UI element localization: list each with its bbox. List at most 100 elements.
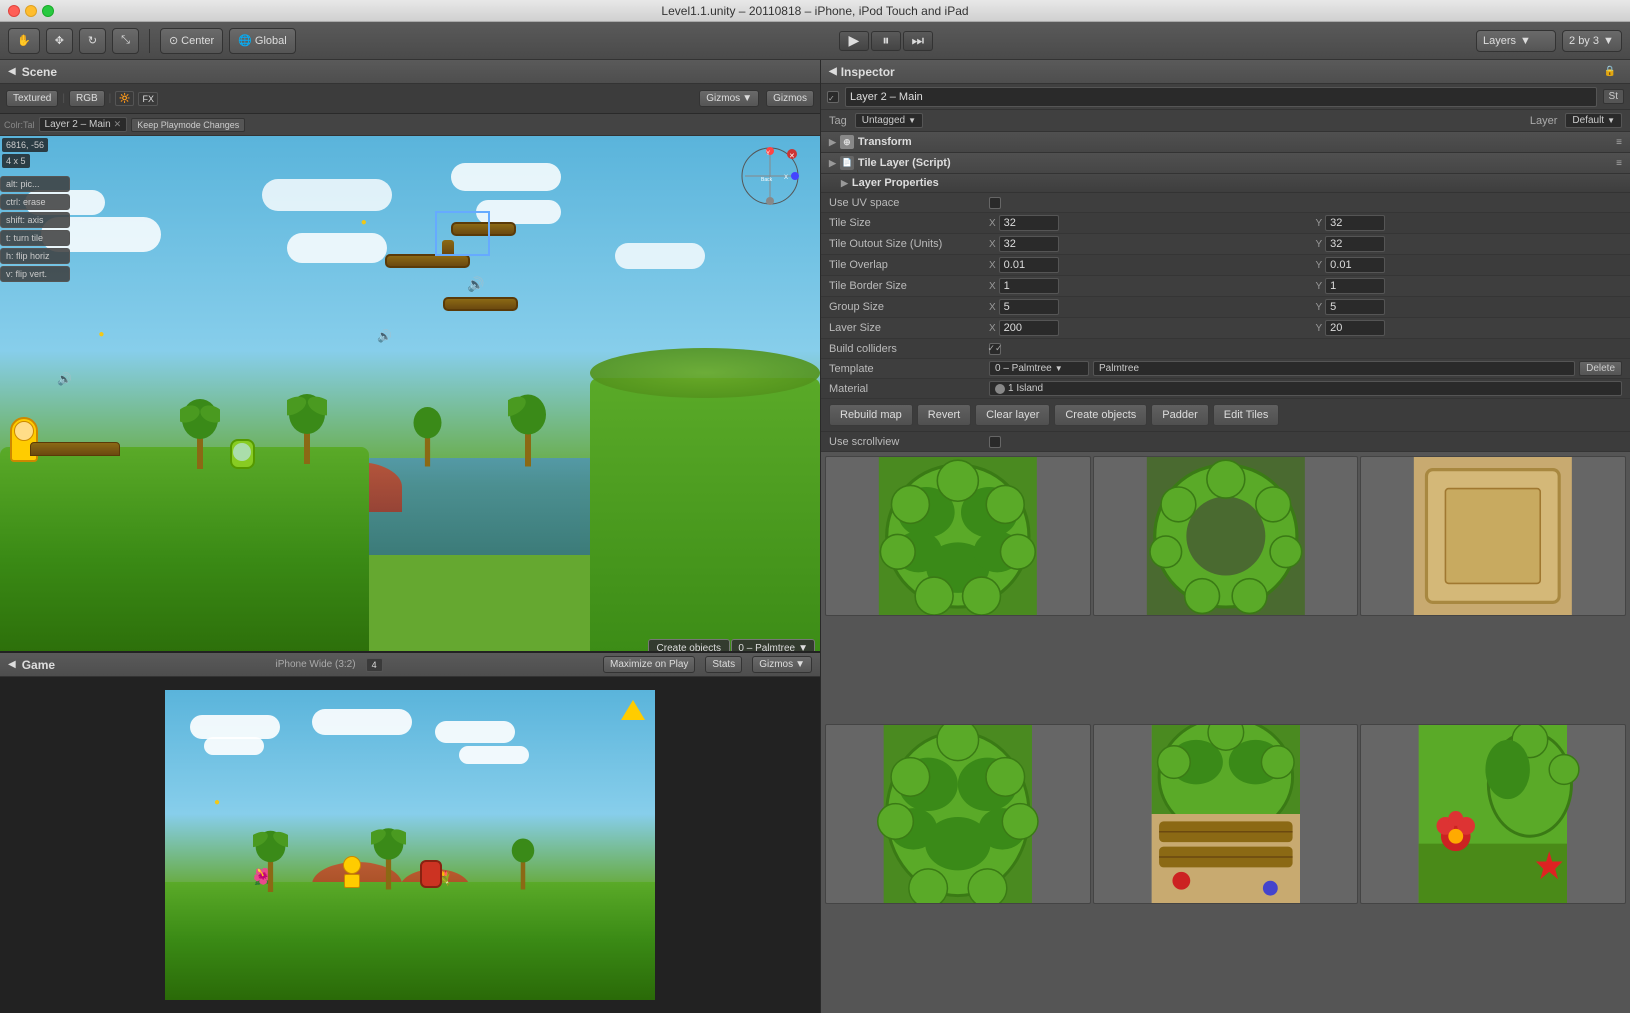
scene-icon-btn[interactable]: 🔆	[115, 91, 134, 106]
step-button[interactable]: ⏭	[903, 31, 933, 51]
create-objects-button[interactable]: Create objects	[1054, 404, 1147, 426]
layer-props-header[interactable]: ▶ Layer Properties	[821, 174, 1630, 193]
tile-output-y-input[interactable]	[1325, 236, 1385, 252]
scene-canvas[interactable]: Colr:Tal Layer 2 – Main ✕ Keep Playmode …	[0, 114, 820, 651]
layers-dropdown[interactable]: Layers ▼	[1476, 30, 1556, 52]
layer2-main-field[interactable]: Layer 2 – Main ✕	[39, 117, 128, 132]
clear-layer-button[interactable]: Clear layer	[975, 404, 1050, 426]
tile-size-x-input[interactable]	[999, 215, 1059, 231]
tile-size-y-label: Y	[1316, 218, 1323, 229]
padder-button[interactable]: Padder	[1151, 404, 1208, 426]
tag-dropdown[interactable]: Untagged ▼	[855, 113, 923, 128]
material-label: Material	[829, 383, 989, 395]
template-select-dropdown[interactable]: 0 – Palmtree ▼	[989, 361, 1089, 376]
shortcuts-panel: alt: pic... ctrl: erase shift: axis t: t…	[0, 176, 70, 282]
use-scrollview-checkbox[interactable]	[989, 436, 1001, 448]
center-button[interactable]: ⊙ Center	[160, 28, 223, 54]
palmtree-dropdown[interactable]: 0 – Palmtree ▼	[731, 639, 815, 651]
group-size-x-input[interactable]	[999, 299, 1059, 315]
pause-button[interactable]: ⏸	[871, 31, 901, 51]
edit-tiles-button[interactable]: Edit Tiles	[1213, 404, 1280, 426]
inspector-lock-icon[interactable]: 🔒	[1604, 66, 1616, 77]
tile-border-y-input[interactable]	[1325, 278, 1385, 294]
template-name-field[interactable]: Palmtree	[1093, 361, 1575, 376]
static-label[interactable]: St	[1603, 89, 1624, 104]
tile-size-y-input[interactable]	[1325, 215, 1385, 231]
transform-options-icon[interactable]: ≡	[1616, 137, 1622, 148]
game-canvas-area[interactable]: 🌺 💐	[0, 677, 820, 1013]
play-button[interactable]: ▶	[839, 31, 869, 51]
iphone-label: iPhone Wide (3:2)	[276, 659, 356, 670]
selection-box	[435, 211, 490, 256]
build-colliders-checkbox[interactable]: ✓	[989, 343, 1001, 355]
toolbar-separator	[149, 29, 150, 53]
tile-item-1[interactable]	[825, 456, 1091, 616]
laver-size-y-label: Y	[1316, 323, 1323, 334]
scene-tab-label[interactable]: Scene	[22, 65, 57, 79]
rotate-tool-button[interactable]: ↻	[79, 28, 106, 54]
tile-item-5[interactable]	[1093, 724, 1359, 904]
object-name-field[interactable]	[845, 87, 1597, 107]
close-button[interactable]	[8, 5, 20, 17]
laver-size-y-input[interactable]	[1325, 320, 1385, 336]
gizmos-all-button[interactable]: Gizmos	[766, 90, 814, 107]
inspector-tab-label[interactable]: Inspector	[841, 65, 895, 79]
rebuild-map-button[interactable]: Rebuild map	[829, 404, 913, 426]
tile-item-2[interactable]	[1093, 456, 1359, 616]
template-delete-btn[interactable]: Delete	[1579, 361, 1622, 376]
minimize-button[interactable]	[25, 5, 37, 17]
shortcut-alt[interactable]: alt: pic...	[0, 176, 70, 192]
group-size-y-input[interactable]	[1325, 299, 1385, 315]
maximize-button[interactable]	[42, 5, 54, 17]
transform-icon: ⊕	[840, 135, 854, 149]
textured-button[interactable]: Textured	[6, 90, 58, 107]
shortcut-t[interactable]: t: turn tile	[0, 230, 70, 246]
maximize-play-btn[interactable]: Maximize on Play	[603, 656, 695, 673]
rgb-button[interactable]: RGB	[69, 90, 105, 107]
tile-svg-5	[1094, 725, 1358, 903]
scene-icon: ◀	[8, 66, 16, 77]
use-uv-checkbox[interactable]	[989, 197, 1001, 209]
tile-overlap-x-input[interactable]	[999, 257, 1059, 273]
tile-border-y-label: Y	[1316, 281, 1323, 292]
shortcut-v[interactable]: v: flip vert.	[0, 266, 70, 282]
move-tool-button[interactable]: ✥	[46, 28, 73, 54]
shortcut-ctrl[interactable]: ctrl: erase	[0, 194, 70, 210]
tile-item-4[interactable]	[825, 724, 1091, 904]
revert-button[interactable]: Revert	[917, 404, 971, 426]
shortcut-h[interactable]: h: flip horiz	[0, 248, 70, 264]
game-gizmos-btn[interactable]: Gizmos ▼	[752, 656, 812, 673]
tile-border-x-input[interactable]	[999, 278, 1059, 294]
transform-section-header[interactable]: ▶ ⊕ Transform ≡	[821, 132, 1630, 153]
stats-btn[interactable]: Stats	[705, 656, 742, 673]
gizmos-button[interactable]: Gizmos ▼	[699, 90, 759, 107]
material-field[interactable]: 1 Island	[989, 381, 1622, 396]
tile-layer-section-header[interactable]: ▶ 📄 Tile Layer (Script) ≡	[821, 153, 1630, 174]
close-layer-icon[interactable]: ✕	[114, 119, 122, 130]
create-objects-overlay-btn[interactable]: Create objects	[648, 639, 730, 651]
tile-overlap-y-input[interactable]	[1325, 257, 1385, 273]
scene-fx-btn[interactable]: FX	[138, 92, 158, 106]
cloud3	[287, 233, 387, 263]
tile-item-6[interactable]	[1360, 724, 1626, 904]
by-dropdown[interactable]: 2 by 3 ▼	[1562, 30, 1622, 52]
game-tab-label[interactable]: Game	[22, 658, 55, 672]
shortcut-shift[interactable]: shift: axis	[0, 212, 70, 228]
tile-output-x-input[interactable]	[999, 236, 1059, 252]
layer-dropdown[interactable]: Default ▼	[1565, 113, 1622, 128]
svg-text:Back: Back	[761, 177, 773, 183]
global-button[interactable]: 🌐 Global	[229, 28, 296, 54]
tag-chevron: ▼	[908, 116, 916, 125]
scene-sub-toolbar: Textured | RGB | 🔆 FX Gizmos ▼ Gizmos	[0, 84, 820, 114]
tile-size-label: Tile Size	[829, 217, 989, 229]
tile-overlap-row: Tile Overlap X Y	[821, 255, 1630, 276]
hand-tool-button[interactable]: ✋	[8, 28, 40, 54]
object-active-checkbox[interactable]: ✓	[827, 91, 839, 103]
inspector-panel: ◀ Inspector 🔒 ✓ St Tag Untagged ▼ Layer …	[820, 60, 1630, 1013]
laver-size-x-input[interactable]	[999, 320, 1059, 336]
tile-item-3[interactable]	[1360, 456, 1626, 616]
main-layout: ◀ Scene Textured | RGB | 🔆 FX Gizmos ▼ G…	[0, 60, 1630, 1013]
tile-layer-options-icon[interactable]: ≡	[1616, 158, 1622, 169]
keep-playmode-btn[interactable]: Keep Playmode Changes	[131, 118, 245, 132]
scale-tool-button[interactable]: ⤡	[112, 28, 139, 54]
